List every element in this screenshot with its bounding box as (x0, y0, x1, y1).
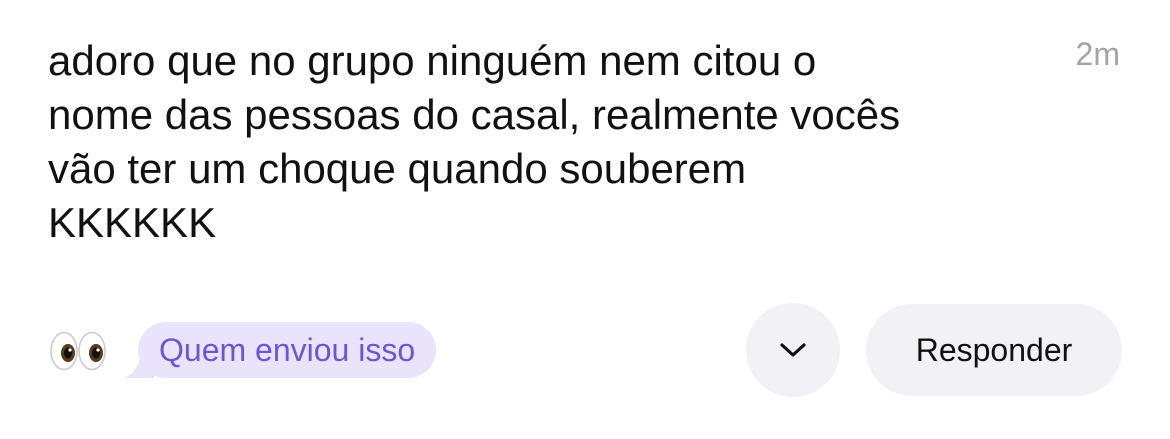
who-sent-this-bubble[interactable]: Quem enviou isso (124, 322, 437, 378)
eyes-emoji-icon (50, 331, 106, 371)
more-options-button[interactable] (746, 303, 840, 397)
message-timestamp: 2m (1075, 36, 1120, 72)
who-sent-this-label: Quem enviou isso (159, 331, 416, 368)
reply-button[interactable]: Responder (866, 304, 1122, 396)
message-text: adoro que no grupo ninguém nem citou o n… (48, 37, 901, 246)
bubble-tail-icon (124, 356, 154, 378)
chevron-down-icon (780, 343, 806, 357)
